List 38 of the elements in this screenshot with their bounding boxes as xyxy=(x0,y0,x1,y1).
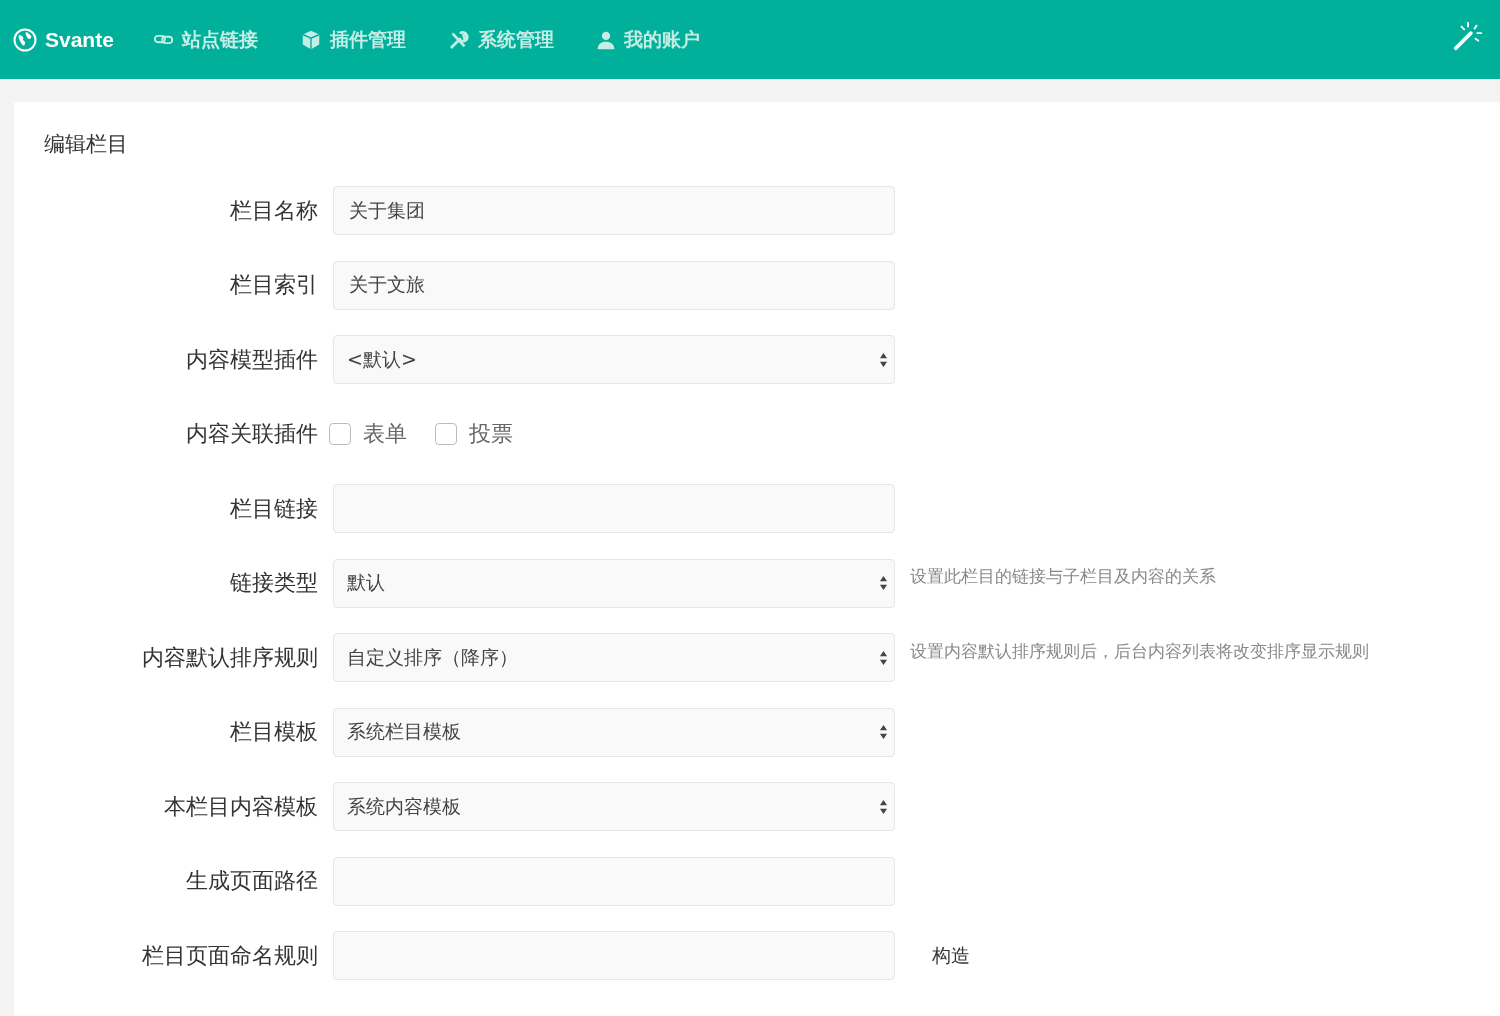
tools-icon xyxy=(447,28,470,51)
select-dropdown[interactable]: <默认> xyxy=(333,335,895,384)
text-field[interactable] xyxy=(333,931,895,980)
card-title: 编辑栏目 xyxy=(44,131,129,158)
magic-wand-icon[interactable] xyxy=(1452,19,1484,52)
construct-link[interactable]: 构造 xyxy=(932,942,970,969)
text-field[interactable] xyxy=(333,856,895,906)
field-label: 本栏目内容模板 xyxy=(163,792,319,821)
field-label: 内容模型插件 xyxy=(185,345,319,374)
field-label: 栏目页面命名规则 xyxy=(141,941,319,970)
checkbox-label: 投票 xyxy=(469,420,513,448)
sort-arrows-icon xyxy=(879,649,888,666)
select-dropdown[interactable]: 自定义排序（降序） xyxy=(333,633,895,682)
link-icon xyxy=(153,34,174,45)
globe-icon xyxy=(13,27,37,52)
field-label: 内容关联插件 xyxy=(185,420,319,448)
field-label: 栏目模板 xyxy=(229,718,319,746)
sort-arrows-icon xyxy=(879,724,888,740)
field-label: 内容默认排序规则 xyxy=(141,643,319,672)
checkbox[interactable] xyxy=(435,423,457,445)
field-label: 生成页面路径 xyxy=(185,867,319,895)
text-field[interactable] xyxy=(333,484,895,533)
sort-arrows-icon xyxy=(879,798,888,815)
sort-arrows-icon xyxy=(879,575,888,591)
help-text: 设置此栏目的链接与子栏目及内容的关系 xyxy=(910,566,1216,588)
help-text: 设置内容默认排序规则后，后台内容列表将改变排序显示规则 xyxy=(910,640,1369,663)
field-label: 栏目索引 xyxy=(229,271,319,299)
field-label: 链接类型 xyxy=(229,569,319,597)
field-label: 栏目链接 xyxy=(229,494,319,523)
select-dropdown[interactable]: 默认 xyxy=(333,558,895,608)
text-field[interactable]: 关于集团 xyxy=(333,186,895,235)
select-dropdown[interactable]: 系统栏目模板 xyxy=(333,707,895,757)
checkbox-label: 表单 xyxy=(363,420,407,448)
text-field[interactable]: 关于文旅 xyxy=(333,260,895,310)
sort-arrows-icon xyxy=(879,351,888,368)
select-dropdown[interactable]: 系统内容模板 xyxy=(333,782,895,831)
checkbox[interactable] xyxy=(329,423,351,445)
field-label: 栏目名称 xyxy=(229,196,319,225)
